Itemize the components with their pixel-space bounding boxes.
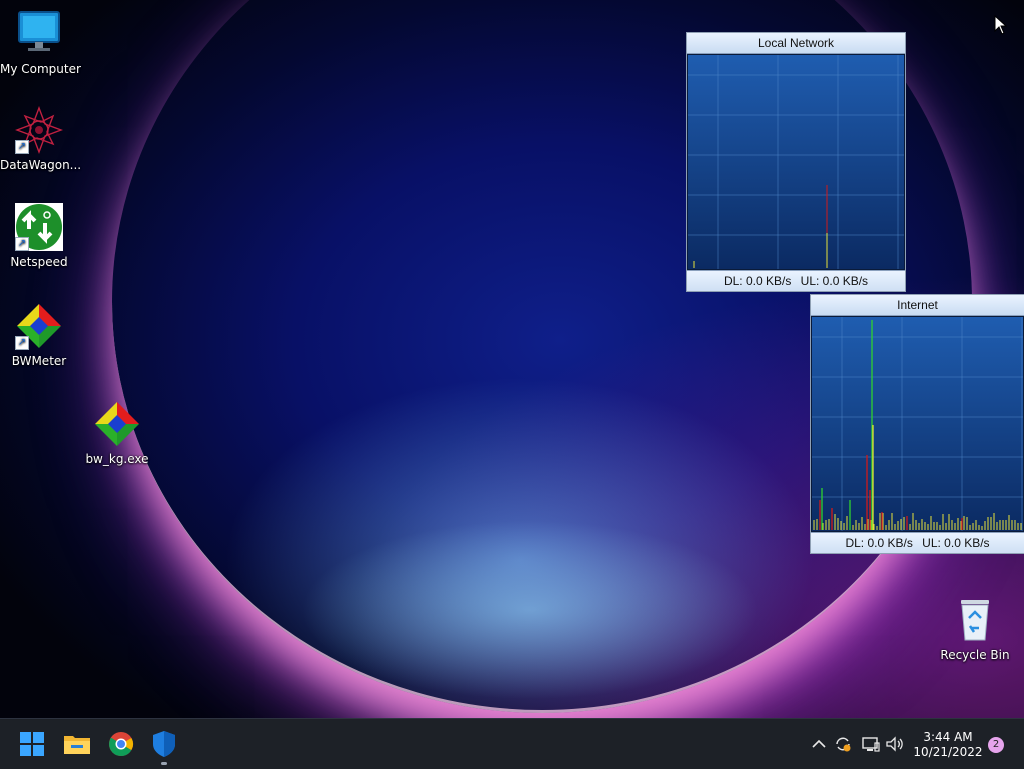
clock[interactable]: 3:44 AM 10/21/2022 (908, 730, 988, 760)
meter-title[interactable]: Internet (811, 295, 1024, 316)
wallpaper-glow (300, 520, 760, 700)
bwmeter-icon (93, 400, 141, 448)
shield-icon (153, 731, 175, 757)
desktop-icon-label: Recycle Bin (940, 648, 1010, 662)
desktop-icon-my-computer[interactable]: My Computer (0, 10, 81, 76)
desktop-icon-datawagon[interactable]: ↗ DataWagon... (0, 106, 82, 172)
shortcut-arrow-icon: ↗ (15, 336, 29, 350)
desktop-icon-label: bw_kg.exe (85, 452, 149, 466)
clock-date: 10/21/2022 (913, 745, 983, 759)
windows-security-button[interactable] (148, 728, 180, 765)
desktop-icon-netspeed[interactable]: ↗ Netspeed (0, 203, 78, 269)
download-rate: DL: 0.0 KB/s (845, 536, 913, 550)
network-icon[interactable] (861, 735, 881, 753)
file-explorer-button[interactable] (61, 728, 93, 760)
folder-icon (64, 736, 90, 754)
taskbar: 3:44 AM 10/21/2022 2 (0, 718, 1024, 769)
netspeed-icon: ↗ (15, 203, 63, 251)
desktop-icon-label: BWMeter (11, 354, 67, 368)
internet-traffic-graph (812, 317, 1023, 531)
bwmeter-local-network-window[interactable]: Local Network DL: 0.0 KB/s UL: 0.0 KB/s (686, 32, 906, 292)
notification-badge[interactable]: 2 (988, 737, 1004, 753)
sync-icon[interactable] (833, 735, 853, 753)
local-network-traffic-graph (688, 55, 904, 269)
bwmeter-internet-window[interactable]: Internet DL: 0.0 KB/s UL: 0.0 KB/s (810, 294, 1024, 554)
chrome-icon (109, 732, 134, 757)
recycle-bin-icon (951, 596, 999, 644)
desktop-icon-bw-kg[interactable]: bw_kg.exe (78, 400, 156, 466)
windows-start-icon (20, 732, 44, 756)
chevron-up-icon[interactable] (809, 735, 829, 753)
start-button[interactable] (16, 728, 48, 760)
running-indicator (161, 762, 167, 765)
upload-rate: UL: 0.0 KB/s (922, 536, 990, 550)
monitor-icon (15, 10, 63, 58)
meter-status: DL: 0.0 KB/s UL: 0.0 KB/s (811, 532, 1024, 553)
volume-icon[interactable] (885, 735, 905, 753)
meter-title[interactable]: Local Network (687, 33, 905, 54)
meter-status: DL: 0.0 KB/s UL: 0.0 KB/s (687, 270, 905, 291)
datawagon-icon: ↗ (15, 106, 63, 154)
desktop-icon-label: My Computer (0, 62, 81, 76)
shortcut-arrow-icon: ↗ (15, 237, 29, 251)
bwmeter-icon: ↗ (15, 302, 63, 350)
shortcut-arrow-icon: ↗ (15, 140, 29, 154)
desktop-icon-label: DataWagon... (0, 158, 82, 172)
download-rate: DL: 0.0 KB/s (723, 274, 792, 288)
upload-rate: UL: 0.0 KB/s (800, 274, 869, 288)
meter-graph (687, 54, 905, 270)
chrome-button[interactable] (105, 728, 137, 760)
meter-graph (811, 316, 1024, 532)
desktop-icon-label: Netspeed (10, 255, 68, 269)
clock-time: 3:44 AM (923, 730, 973, 744)
desktop-icon-recycle-bin[interactable]: Recycle Bin (936, 596, 1014, 662)
desktop-icon-bwmeter[interactable]: ↗ BWMeter (0, 302, 78, 368)
mouse-cursor-icon (994, 15, 1008, 35)
